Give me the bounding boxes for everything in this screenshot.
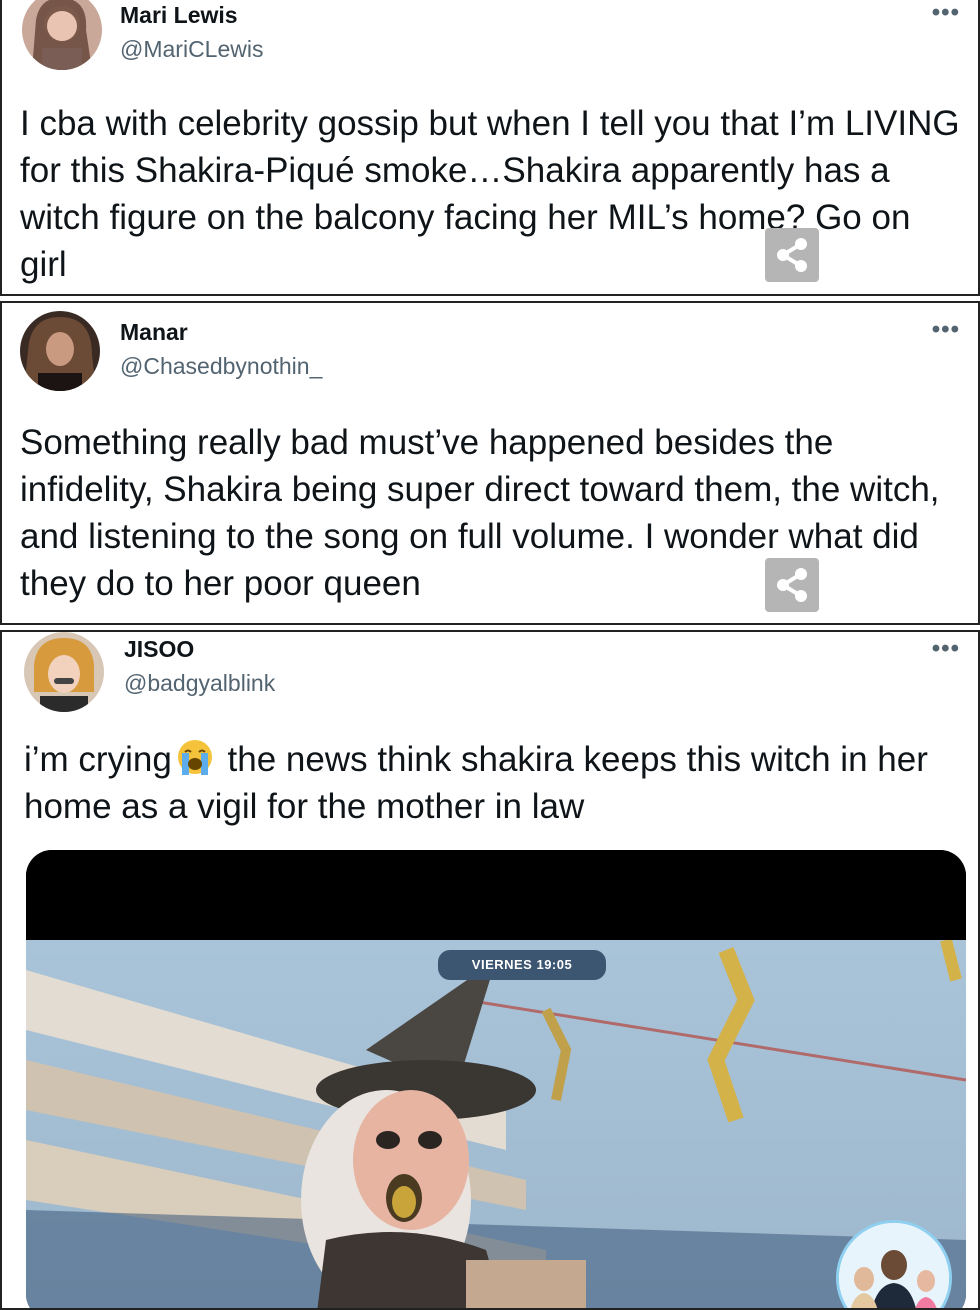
user-handle[interactable]: @MariCLewis	[120, 36, 263, 63]
avatar[interactable]	[20, 311, 100, 391]
more-icon[interactable]: •••	[932, 318, 960, 342]
share-icon[interactable]	[765, 228, 819, 282]
display-name[interactable]: Mari Lewis	[120, 2, 238, 29]
loudly-crying-face-emoji	[177, 740, 212, 775]
tweet-card-2: Manar @Chasedbynothin_ ••• Something rea…	[0, 301, 980, 625]
tweet-card-3: JISOO @badgyalblink ••• i’m crying the n…	[0, 630, 980, 1310]
user-handle[interactable]: @Chasedbynothin_	[120, 353, 322, 380]
avatar[interactable]	[24, 632, 104, 712]
tweet-card-1: Mari Lewis @MariCLewis ••• I cba with ce…	[0, 0, 980, 296]
witch-figure-image	[26, 940, 966, 1308]
avatar[interactable]	[22, 0, 102, 70]
tweet-text-start: i’m crying	[24, 740, 172, 779]
more-icon[interactable]: •••	[932, 1, 960, 25]
tweet-text: i’m crying the news think shakira keeps …	[24, 736, 964, 830]
tweet-media-video[interactable]: VIERNES 19:05	[26, 850, 966, 1308]
more-icon[interactable]: •••	[932, 637, 960, 661]
video-letterbox	[26, 850, 966, 940]
display-name[interactable]: JISOO	[124, 636, 194, 663]
user-handle[interactable]: @badgyalblink	[124, 670, 275, 697]
tweet-text: I cba with celebrity gossip but when I t…	[20, 104, 960, 284]
share-icon[interactable]	[765, 558, 819, 612]
broadcast-time-badge: VIERNES 19:05	[438, 950, 606, 980]
display-name[interactable]: Manar	[120, 319, 188, 346]
